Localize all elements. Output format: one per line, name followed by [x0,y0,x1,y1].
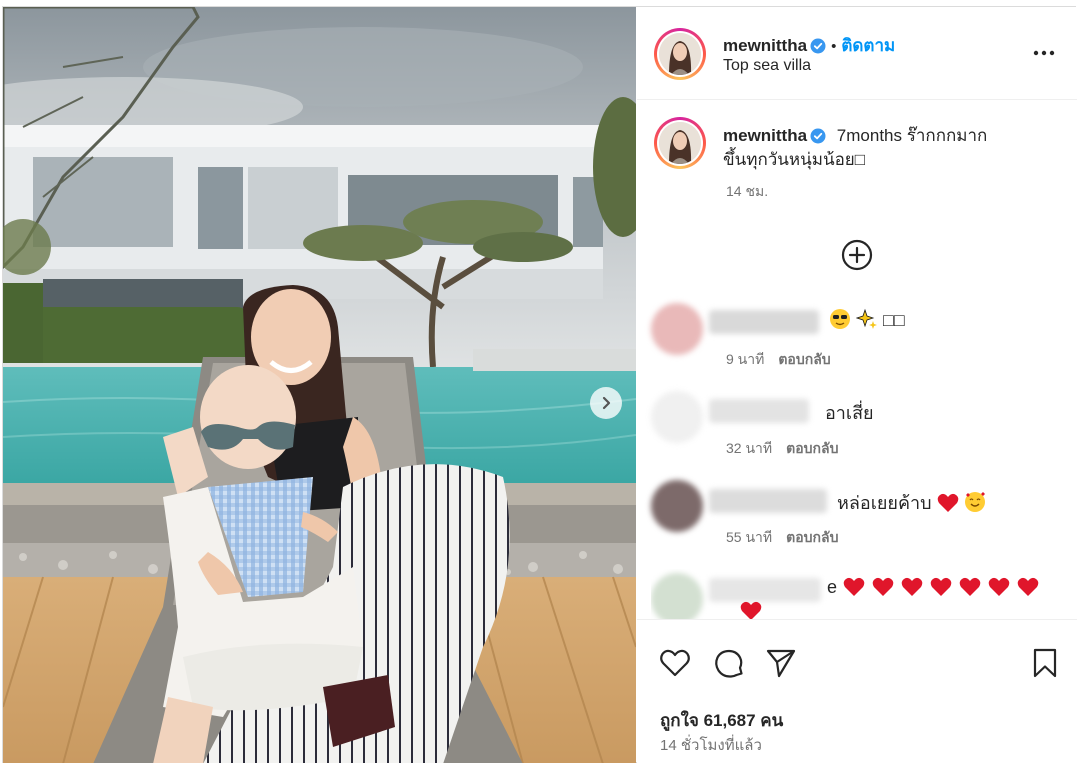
comment-item: หล่อเยยค้าบ 55 นาที ตอบกลับ [651,480,1071,560]
comment-username-redacted [709,310,819,334]
comment-button[interactable] [713,648,745,685]
comment-text-body: e [827,577,838,597]
caption-text-line1: 7months ร๊ากกกมาก [836,126,988,145]
author-line: mewnittha • ติดตาม [723,32,895,59]
comment-avatar[interactable] [651,391,703,443]
comment-username-redacted [709,578,821,602]
comment-text-wrap [739,601,763,619]
red-heart-emoji-icon [901,577,923,596]
red-heart-emoji-icon [1017,577,1039,596]
red-heart-emoji-icon [843,577,865,596]
comment-item: อาเสี่ย 32 นาที ตอบกลับ [651,391,1071,471]
red-heart-emoji-icon [988,577,1010,596]
separator-dot: • [831,38,837,55]
reply-button[interactable]: ตอบกลับ [786,440,838,456]
red-heart-emoji-icon [959,577,981,596]
post-header: mewnittha • ติดตาม Top sea villa [637,7,1077,100]
comment-time[interactable]: 32 นาที [726,440,772,456]
comment-username-redacted [709,489,827,513]
like-icon [660,649,690,677]
red-heart-emoji-icon [872,577,894,596]
comment-meta: 32 นาที ตอบกลับ [726,438,852,460]
next-arrow-icon [602,396,611,410]
sparkles-emoji-icon [856,308,878,329]
share-button[interactable] [765,648,797,683]
comment-time[interactable]: 55 นาที [726,529,772,545]
comment-username-redacted [709,399,809,423]
author-username[interactable]: mewnittha [723,36,807,55]
sunglasses-emoji-icon [830,309,850,329]
comment-avatar[interactable] [651,573,703,619]
add-comment-icon [841,239,873,271]
like-button[interactable] [659,648,691,683]
comment-text: e [827,577,1040,598]
caption-username[interactable]: mewnittha [723,126,807,145]
more-options-button[interactable] [1033,43,1055,61]
next-photo-button[interactable] [590,387,622,419]
post-actions: ถูกใจ 61,687 คน 14 ชั่วโมงที่แล้ว [637,619,1077,763]
comment-meta: 55 นาที ตอบกลับ [726,527,852,549]
post-window: mewnittha • ติดตาม Top sea villa mewnitt… [2,6,1077,763]
comment-avatar[interactable] [651,480,703,532]
photo-scene [3,7,636,763]
comment-text-glyphs: □□ [883,310,905,330]
post-location[interactable]: Top sea villa [723,57,811,75]
caption-timestamp[interactable]: 14 ชม. [726,181,768,203]
comment-icon [715,649,743,678]
red-heart-emoji-icon [937,493,958,512]
reply-button[interactable]: ตอบกลับ [778,351,830,367]
comment-time[interactable]: 9 นาที [726,351,764,367]
red-heart-emoji-icon [740,601,762,619]
more-options-icon [1033,50,1055,56]
avatar-image [659,33,701,75]
like-count[interactable]: ถูกใจ 61,687 คน [660,707,783,734]
avatar-image [659,122,701,164]
comment-item: e [651,569,1071,619]
post-timestamp[interactable]: 14 ชั่วโมงที่แล้ว [660,733,762,757]
share-icon [766,649,796,678]
save-button[interactable] [1032,648,1058,683]
author-avatar[interactable] [654,28,706,80]
comment-item: □□ 9 นาที ตอบกลับ [651,303,1071,383]
post-caption: mewnittha 7months ร๊ากกกมาก ขึ้นทุกวันหน… [723,124,1053,172]
verified-icon [810,38,826,54]
comment-text-body: หล่อเยยค้าบ [837,493,932,513]
post-side-panel: mewnittha • ติดตาม Top sea villa mewnitt… [637,7,1077,763]
post-photo[interactable] [3,7,636,763]
caption-avatar[interactable] [654,117,706,169]
comment-text: อาเสี่ย [825,403,874,423]
save-icon [1033,648,1057,678]
red-heart-emoji-icon [930,577,952,596]
reply-button[interactable]: ตอบกลับ [786,529,838,545]
verified-icon [810,128,826,144]
follow-button[interactable]: ติดตาม [841,36,895,55]
comment-avatar[interactable] [651,303,703,355]
comment-meta: 9 นาที ตอบกลับ [726,349,845,371]
comment-text: □□ [829,308,905,331]
heart-emoji-row [842,577,1040,597]
caption-text-line2: ขึ้นทุกวันหนุ่มน้อย□ [723,150,866,169]
comment-text: หล่อเยยค้าบ [837,488,986,517]
smiling-hearts-emoji-icon [964,492,985,512]
load-more-comments-button[interactable] [841,239,873,276]
